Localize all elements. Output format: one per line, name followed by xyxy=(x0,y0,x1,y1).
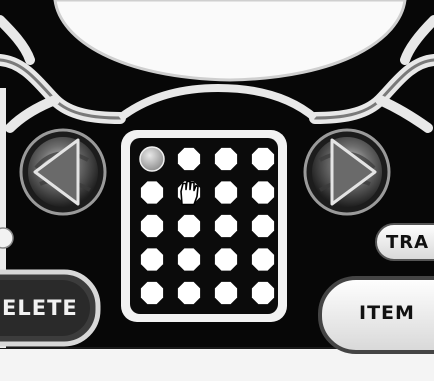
memory-slot[interactable] xyxy=(251,181,275,204)
memory-slot[interactable] xyxy=(177,147,201,171)
memory-slot[interactable] xyxy=(251,248,275,271)
memory-slot[interactable] xyxy=(177,248,201,271)
right-arrow-button[interactable] xyxy=(303,128,391,216)
memory-slot[interactable] xyxy=(140,281,164,305)
memory-slot-selected[interactable] xyxy=(139,146,165,172)
memory-slot[interactable] xyxy=(214,181,238,204)
memory-slot[interactable] xyxy=(177,281,201,305)
memory-slot[interactable] xyxy=(214,147,238,171)
hand-cursor-icon xyxy=(180,180,199,206)
memory-slot[interactable] xyxy=(251,281,275,305)
memory-slot[interactable] xyxy=(214,248,238,271)
item-button-label[interactable]: ITEM xyxy=(359,302,415,324)
delete-button-label[interactable]: ELETE xyxy=(2,296,78,320)
memory-slot[interactable] xyxy=(177,214,201,238)
memory-slot[interactable] xyxy=(251,214,275,238)
memory-slot[interactable] xyxy=(251,147,275,171)
left-arrow-button[interactable] xyxy=(19,128,107,216)
memory-slot[interactable] xyxy=(214,214,238,238)
tra-button-label[interactable]: TRA xyxy=(386,232,429,253)
left-knob xyxy=(0,227,14,249)
memory-slot[interactable] xyxy=(140,181,164,204)
memory-slot[interactable] xyxy=(140,248,164,271)
memory-slot[interactable] xyxy=(140,214,164,238)
memory-slot[interactable] xyxy=(214,281,238,305)
